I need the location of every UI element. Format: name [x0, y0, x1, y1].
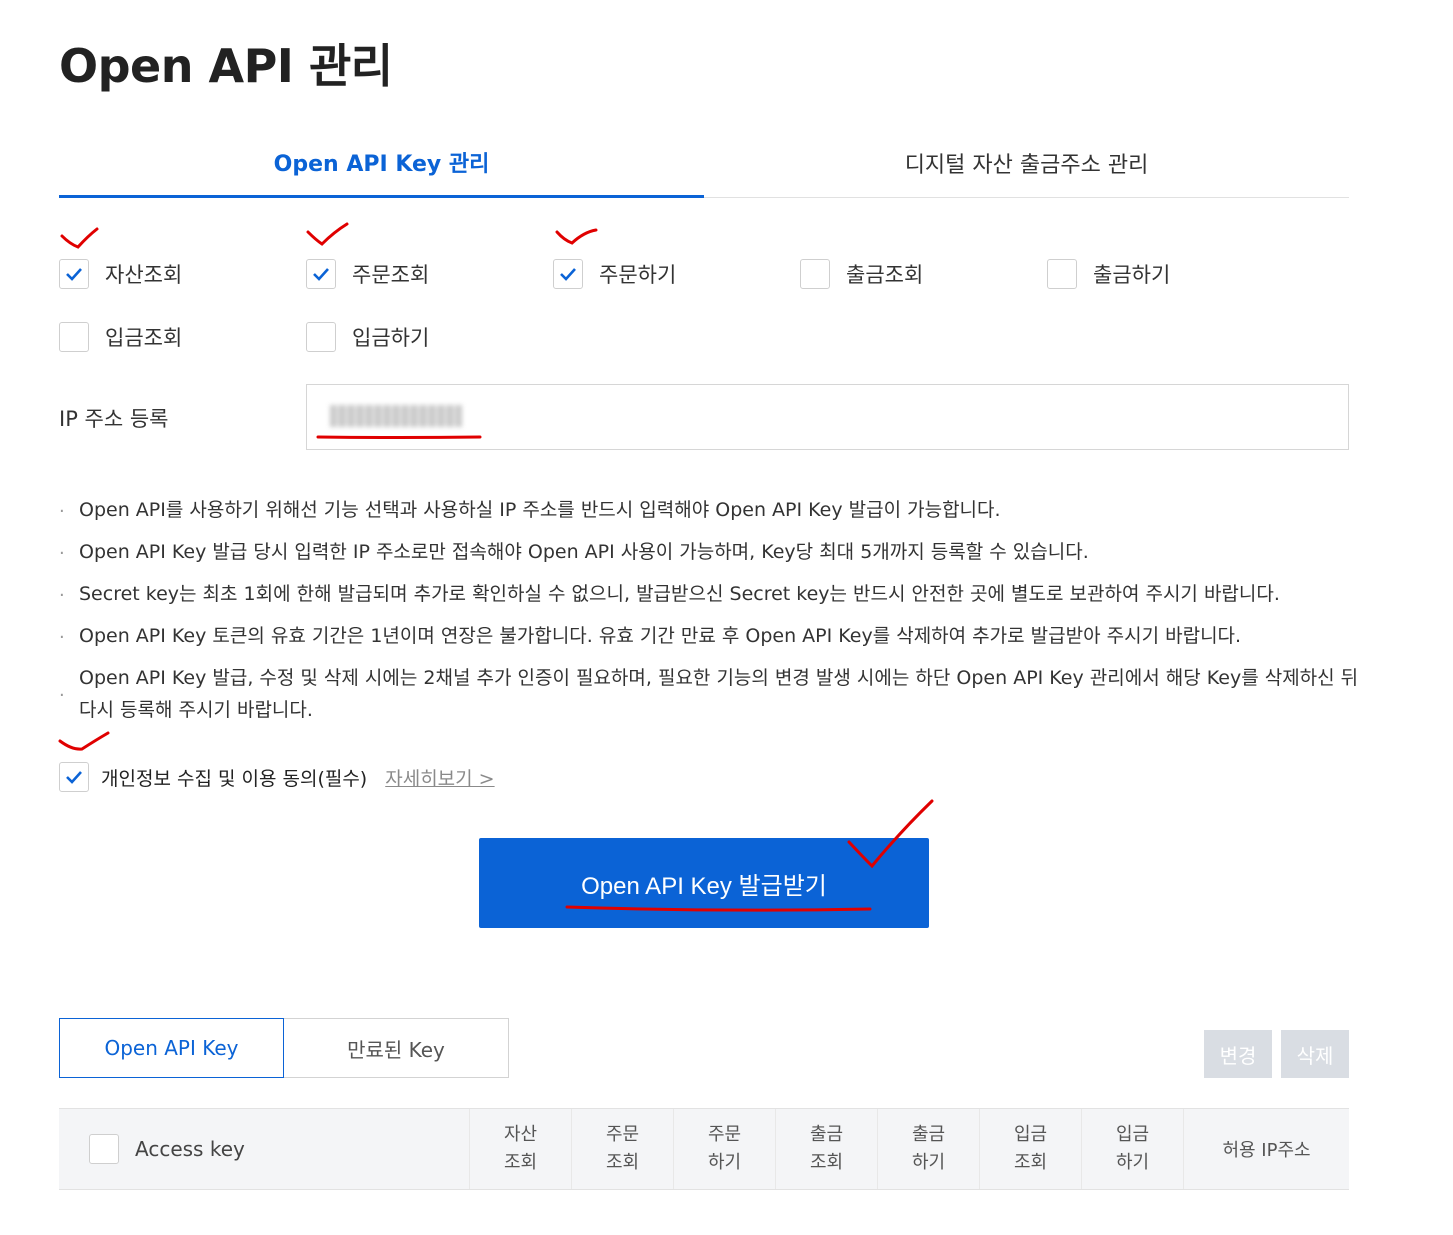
consent-checkbox[interactable] [59, 762, 89, 792]
ip-label: IP 주소 등록 [59, 407, 169, 431]
annotation-check [555, 228, 598, 245]
permission-label: 자산조회 [105, 263, 183, 287]
checkmark-icon [560, 268, 576, 281]
col-line: 출금 [809, 1124, 844, 1145]
select-all-checkbox[interactable] [89, 1134, 119, 1164]
checkbox[interactable] [306, 259, 336, 289]
permission-order[interactable]: 주문하기 [553, 255, 800, 293]
col-line: 입금 [1115, 1124, 1150, 1145]
checkbox[interactable] [59, 259, 89, 289]
delete-button[interactable]: 삭제 [1281, 1030, 1349, 1078]
permission-label: 주문조회 [352, 263, 430, 287]
col-line: 자산 [503, 1124, 538, 1145]
col-line: 주문 [605, 1124, 640, 1145]
consent-detail-link[interactable]: 자세히보기 > [385, 764, 494, 791]
permission-deposit-view[interactable]: 입금조회 [59, 318, 306, 356]
col-line: 주문 [707, 1124, 742, 1145]
checkmark-icon [66, 771, 82, 784]
notice-item: Open API Key 발급, 수정 및 삭제 시에는 2채널 추가 인증이 … [59, 662, 1359, 726]
permission-label: 입금조회 [105, 326, 183, 350]
permission-checkboxes: 자산조회 주문조회 주문하기 출금조회 출금하기 입금조회 입금하기 [59, 255, 1349, 381]
col-deposit: 입금하기 [1082, 1109, 1184, 1189]
permission-asset-view[interactable]: 자산조회 [59, 255, 306, 293]
col-allowed-ip: 허용 IP주소 [1222, 1140, 1311, 1161]
notice-list: Open API를 사용하기 위해선 기능 선택과 사용하실 IP 주소를 반드… [59, 494, 1359, 736]
notice-item: Open API Key 토큰의 유효 기간은 1년이며 연장은 불가합니다. … [59, 620, 1359, 654]
access-key-header: Access key [59, 1109, 470, 1189]
annotation-check [60, 227, 99, 249]
redacted-ip [330, 405, 462, 427]
annotation-check [306, 222, 349, 246]
checkbox[interactable] [59, 322, 89, 352]
main-tabs: Open API Key 관리 디지털 자산 출금주소 관리 [59, 128, 1349, 198]
tab-open-api-key[interactable]: Open API Key 관리 [59, 128, 704, 198]
col-order-view: 주문조회 [572, 1109, 674, 1189]
checkbox[interactable] [553, 259, 583, 289]
notice-item: Secret key는 최초 1회에 한해 발급되며 추가로 확인하실 수 없으… [59, 578, 1359, 612]
col-line: 하기 [1115, 1152, 1150, 1173]
col-line: 조회 [605, 1152, 640, 1173]
privacy-consent: 개인정보 수집 및 이용 동의(필수) 자세히보기 > [59, 762, 495, 792]
consent-label: 개인정보 수집 및 이용 동의(필수) [101, 767, 368, 790]
col-line: 출금 [911, 1124, 946, 1145]
col-line: 조회 [809, 1152, 844, 1173]
col-withdraw: 출금하기 [878, 1109, 980, 1189]
checkbox[interactable] [306, 322, 336, 352]
checkbox[interactable] [1047, 259, 1077, 289]
notice-item: Open API를 사용하기 위해선 기능 선택과 사용하실 IP 주소를 반드… [59, 494, 1359, 528]
checkmark-icon [313, 268, 329, 281]
permission-deposit[interactable]: 입금하기 [306, 318, 553, 356]
tab-expired-keys[interactable]: 만료된 Key [284, 1018, 509, 1078]
issue-key-button[interactable]: Open API Key 발급받기 [479, 838, 929, 928]
checkmark-icon [66, 268, 82, 281]
permission-label: 출금조회 [846, 263, 924, 287]
ip-input[interactable] [306, 384, 1349, 450]
key-list-tabs: Open API Key 만료된 Key [59, 1018, 509, 1078]
permission-label: 입금하기 [352, 326, 430, 350]
checkbox[interactable] [800, 259, 830, 289]
col-asset-view: 자산조회 [470, 1109, 572, 1189]
permission-withdraw[interactable]: 출금하기 [1047, 255, 1294, 293]
permission-label: 출금하기 [1093, 263, 1171, 287]
permission-withdraw-view[interactable]: 출금조회 [800, 255, 1047, 293]
change-button[interactable]: 변경 [1204, 1030, 1272, 1078]
col-line: 조회 [1013, 1152, 1048, 1173]
notice-item: Open API Key 발급 당시 입력한 IP 주소로만 접속해야 Open… [59, 536, 1359, 570]
tab-withdraw-address[interactable]: 디지털 자산 출금주소 관리 [704, 128, 1349, 198]
col-line: 조회 [503, 1152, 538, 1173]
page-title: Open API 관리 [59, 39, 393, 93]
col-line: 하기 [911, 1152, 946, 1173]
access-key-label: Access key [135, 1137, 245, 1161]
key-table-header: Access key 자산조회 주문조회 주문하기 출금조회 출금하기 입금조회… [59, 1108, 1349, 1190]
col-order: 주문하기 [674, 1109, 776, 1189]
permission-order-view[interactable]: 주문조회 [306, 255, 553, 293]
col-line: 하기 [707, 1152, 742, 1173]
tab-active-keys[interactable]: Open API Key [59, 1018, 284, 1078]
col-withdraw-view: 출금조회 [776, 1109, 878, 1189]
col-deposit-view: 입금조회 [980, 1109, 1082, 1189]
col-line: 입금 [1013, 1124, 1048, 1145]
permission-label: 주문하기 [599, 263, 677, 287]
